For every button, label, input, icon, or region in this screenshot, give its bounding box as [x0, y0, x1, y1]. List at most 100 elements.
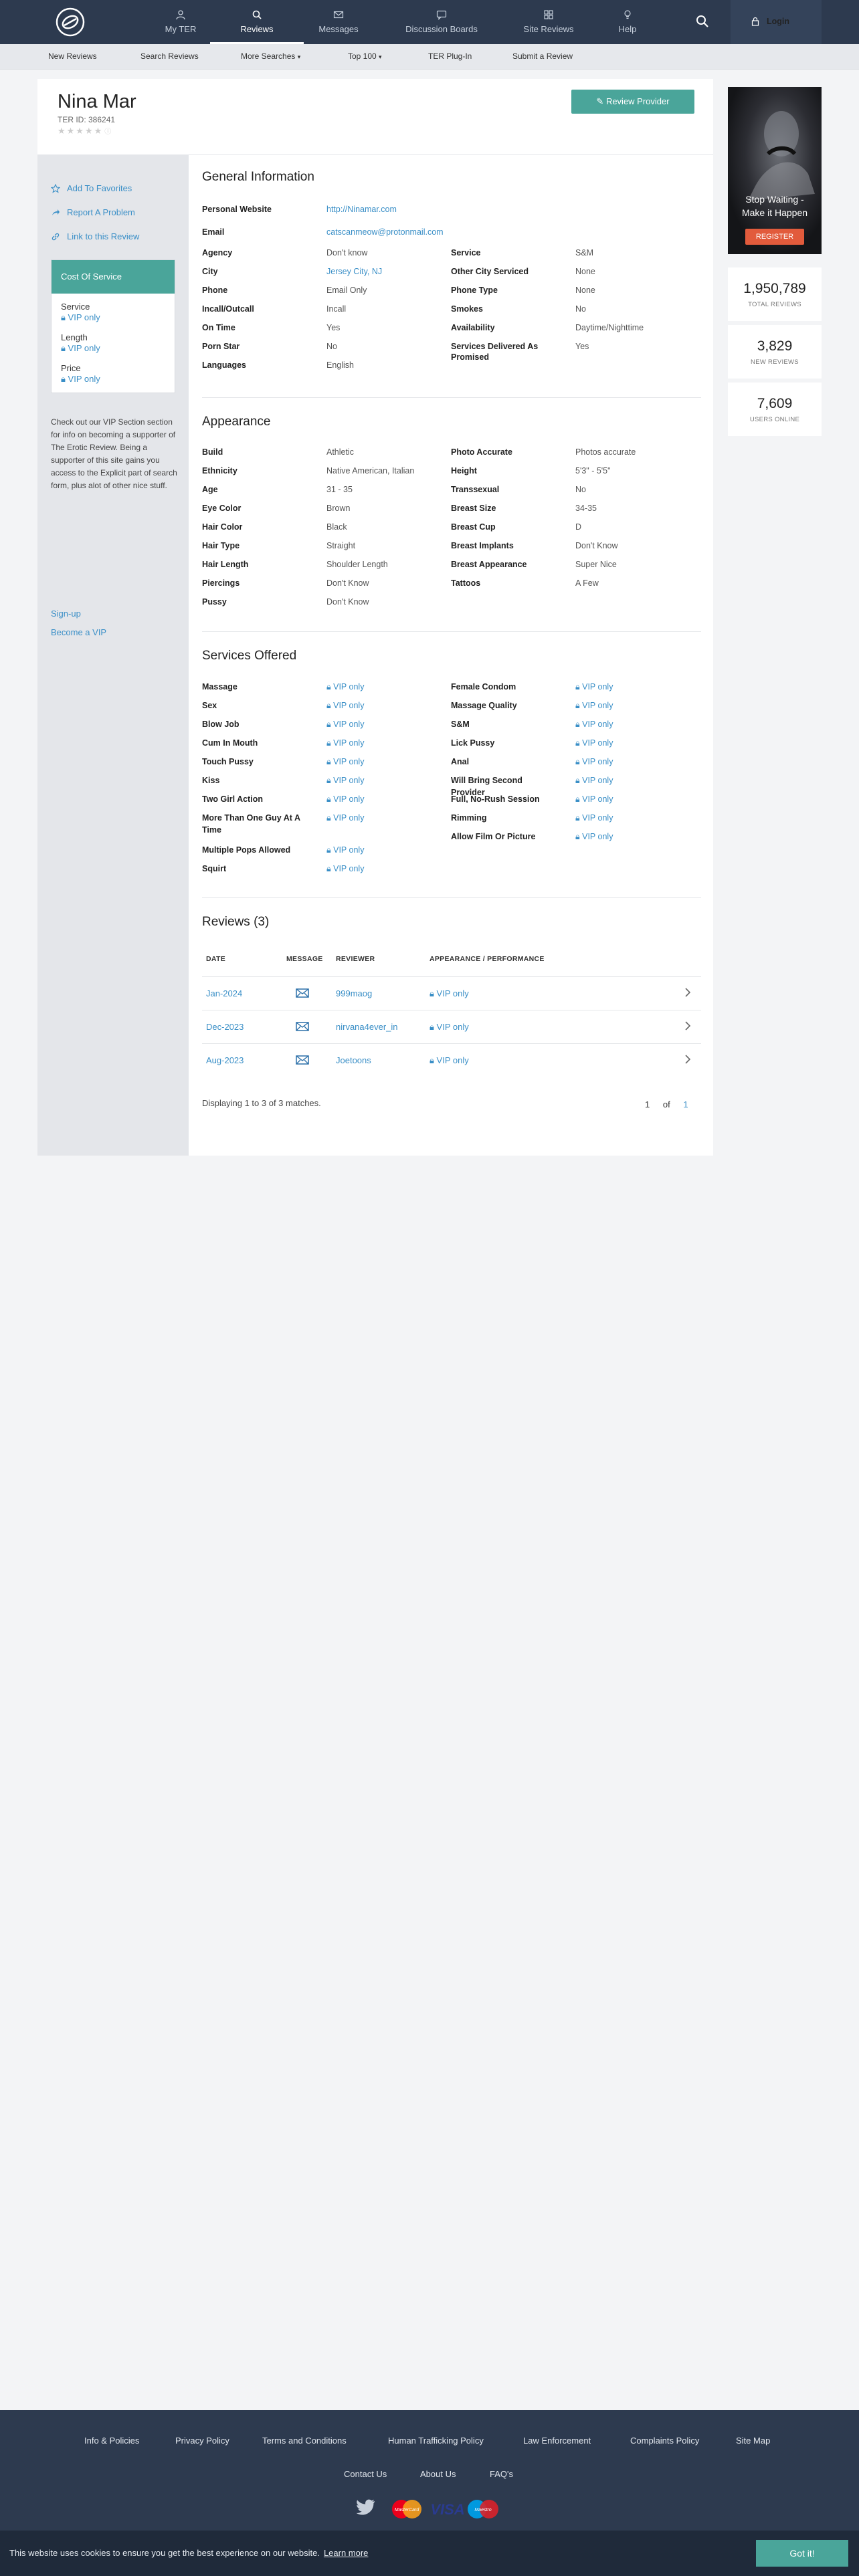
subnav-more-searches[interactable]: More Searches ▾: [241, 51, 300, 61]
lock-icon: 🔒︎: [61, 374, 66, 384]
chevron-right-icon[interactable]: [684, 987, 692, 998]
cost-value[interactable]: 🔒︎ VIP only: [61, 343, 100, 354]
field-value: A Few: [575, 578, 599, 588]
vip-only-link[interactable]: 🔒︎ VIP only: [430, 1022, 469, 1033]
vip-text: VIP only: [333, 682, 365, 691]
footer-about-us[interactable]: About Us: [420, 2469, 456, 2479]
cost-value[interactable]: 🔒︎ VIP only: [61, 374, 100, 385]
maestro-icon: Maestro: [468, 2500, 498, 2518]
service-label: Touch Pussy: [202, 757, 254, 766]
stat-new-reviews: 3,829 NEW REVIEWS: [728, 325, 822, 379]
footer-contact-us[interactable]: Contact Us: [344, 2469, 387, 2479]
nav-help[interactable]: Help: [581, 9, 674, 44]
vip-only-link[interactable]: 🔒︎ VIP only: [326, 700, 364, 712]
field-value: Don't know: [326, 248, 368, 257]
footer-site-map[interactable]: Site Map: [736, 2436, 770, 2446]
register-button[interactable]: REGISTER: [745, 229, 804, 245]
website-label: Personal Website: [202, 205, 272, 214]
review-provider-button[interactable]: ✎ Review Provider: [571, 90, 694, 114]
field-label: Eye Color: [202, 504, 242, 513]
lock-icon: 🔒︎: [575, 832, 583, 841]
vip-only-link[interactable]: 🔒︎ VIP only: [326, 681, 364, 693]
table-row[interactable]: Aug-2023 Joetoons 🔒︎ VIP only: [202, 1043, 701, 1077]
reviewer-link[interactable]: nirvana4ever_in: [336, 1022, 398, 1032]
review-date[interactable]: Aug-2023: [206, 1055, 244, 1065]
vip-only-link[interactable]: 🔒︎ VIP only: [575, 700, 613, 712]
got-it-button[interactable]: Got it!: [756, 2540, 848, 2567]
subnav-search-reviews[interactable]: Search Reviews: [140, 51, 199, 61]
subnav-submit-review[interactable]: Submit a Review: [512, 51, 573, 61]
review-date[interactable]: Jan-2024: [206, 988, 242, 998]
footer-terms[interactable]: Terms and Conditions: [262, 2436, 347, 2446]
vip-only-link[interactable]: 🔒︎ VIP only: [575, 774, 613, 786]
vip-only-link[interactable]: 🔒︎ VIP only: [326, 793, 364, 805]
share-icon: [52, 209, 60, 215]
vip-only-link[interactable]: 🔒︎ VIP only: [326, 844, 364, 856]
vip-only-link[interactable]: 🔒︎ VIP only: [326, 863, 364, 875]
become-vip-link[interactable]: Become a VIP: [51, 627, 106, 637]
stat-number: 1,950,789: [743, 281, 806, 296]
envelope-icon[interactable]: [296, 988, 309, 998]
edit-icon: ✎: [596, 96, 604, 106]
vip-only-link[interactable]: 🔒︎ VIP only: [430, 1055, 469, 1066]
nav-reviews[interactable]: Reviews: [210, 9, 304, 44]
subnav-new-reviews[interactable]: New Reviews: [48, 51, 97, 61]
vip-only-link[interactable]: 🔒︎ VIP only: [430, 988, 469, 999]
field-label: Services Delivered As Promised: [451, 342, 539, 362]
vip-only-link[interactable]: 🔒︎ VIP only: [575, 718, 613, 730]
footer-faqs[interactable]: FAQ's: [490, 2469, 513, 2479]
nav-messages[interactable]: Messages: [292, 9, 385, 44]
review-date[interactable]: Dec-2023: [206, 1022, 244, 1032]
footer-human-trafficking[interactable]: Human Trafficking Policy: [388, 2436, 484, 2446]
field-value: D: [575, 522, 582, 532]
page-total[interactable]: 1: [683, 1099, 688, 1109]
info-icon: ⓘ: [104, 128, 113, 136]
footer-info-policies[interactable]: Info & Policies: [84, 2436, 139, 2446]
subnav-ter-plugin[interactable]: TER Plug-In: [428, 51, 472, 61]
vip-only-link[interactable]: 🔒︎ VIP only: [326, 812, 364, 824]
advertisement-banner[interactable]: Stop Waiting - Make it Happen REGISTER: [728, 87, 822, 254]
vip-text: VIP only: [333, 794, 365, 804]
reviewer-link[interactable]: Joetoons: [336, 1055, 371, 1065]
vip-text: VIP only: [68, 312, 100, 322]
vip-only-link[interactable]: 🔒︎ VIP only: [326, 737, 364, 749]
ter-logo[interactable]: [55, 7, 86, 37]
field-value: None: [575, 286, 595, 295]
search-icon[interactable]: [694, 13, 710, 29]
vip-only-link[interactable]: 🔒︎ VIP only: [326, 718, 364, 730]
chevron-right-icon[interactable]: [684, 1054, 692, 1065]
website-link[interactable]: http://Ninamar.com: [326, 205, 397, 214]
learn-more-link[interactable]: Learn more: [324, 2548, 368, 2558]
reviewer-link[interactable]: 999maog: [336, 988, 372, 998]
vip-only-link[interactable]: 🔒︎ VIP only: [575, 793, 613, 805]
login-button[interactable]: Login: [731, 0, 822, 44]
vip-only-link[interactable]: 🔒︎ VIP only: [575, 812, 613, 824]
service-label: More Than One Guy At A Time: [202, 813, 300, 835]
envelope-icon[interactable]: [296, 1055, 309, 1065]
vip-only-link[interactable]: 🔒︎ VIP only: [575, 681, 613, 693]
footer-privacy-policy[interactable]: Privacy Policy: [175, 2436, 229, 2446]
vip-only-link[interactable]: 🔒︎ VIP only: [575, 737, 613, 749]
envelope-icon[interactable]: [296, 1022, 309, 1031]
vip-text: VIP only: [333, 720, 365, 729]
table-row[interactable]: Jan-2024 999maog 🔒︎ VIP only: [202, 976, 701, 1010]
cost-title: Cost Of Service: [52, 260, 175, 294]
page-current[interactable]: 1: [645, 1099, 650, 1109]
vip-only-link[interactable]: 🔒︎ VIP only: [326, 774, 364, 786]
chevron-right-icon[interactable]: [684, 1021, 692, 1031]
nav-discussion-boards[interactable]: Discussion Boards: [395, 9, 488, 44]
field-value: Black: [326, 522, 347, 532]
footer-law-enforcement[interactable]: Law Enforcement: [523, 2436, 591, 2446]
twitter-icon[interactable]: [356, 2498, 376, 2516]
footer-complaints[interactable]: Complaints Policy: [630, 2436, 699, 2446]
signup-link[interactable]: Sign-up: [51, 609, 81, 619]
cost-value[interactable]: 🔒︎ VIP only: [61, 312, 100, 323]
table-row[interactable]: Dec-2023 nirvana4ever_in 🔒︎ VIP only: [202, 1010, 701, 1043]
service-label: Lick Pussy: [451, 738, 495, 748]
city-link[interactable]: Jersey City, NJ: [326, 266, 382, 277]
email-link[interactable]: catscanmeow@protonmail.com: [326, 227, 444, 237]
vip-only-link[interactable]: 🔒︎ VIP only: [575, 756, 613, 768]
subnav-top-100[interactable]: Top 100 ▾: [348, 51, 382, 61]
vip-only-link[interactable]: 🔒︎ VIP only: [575, 831, 613, 843]
vip-only-link[interactable]: 🔒︎ VIP only: [326, 756, 364, 768]
